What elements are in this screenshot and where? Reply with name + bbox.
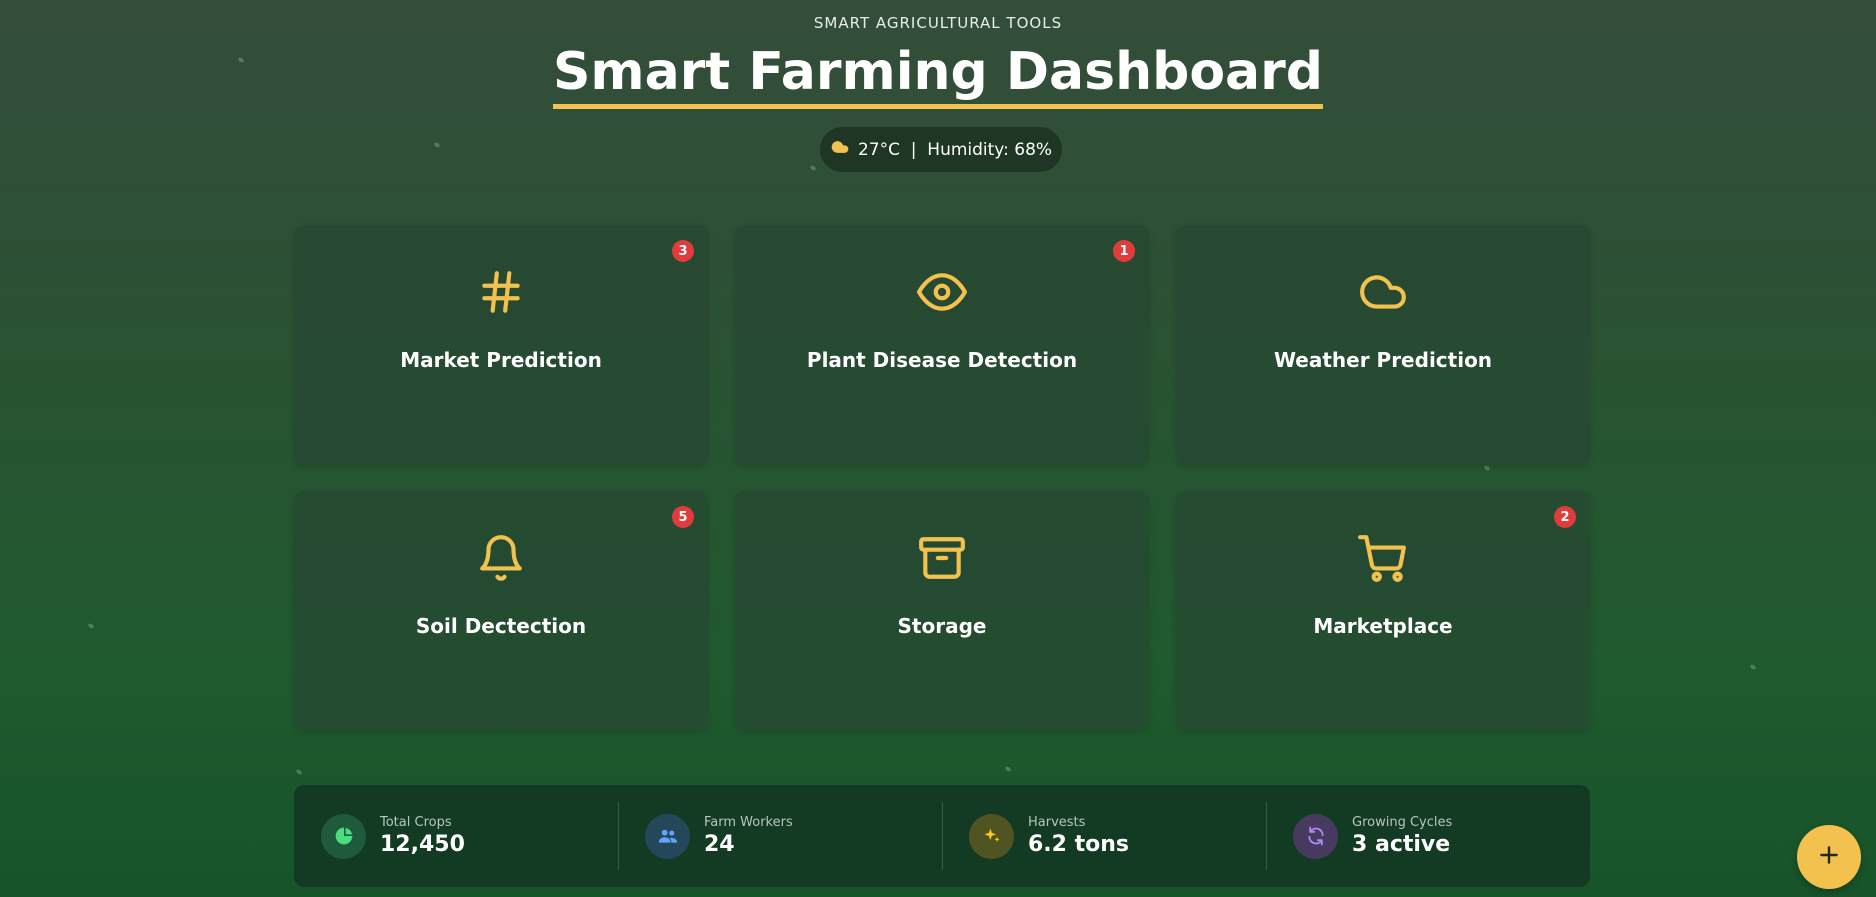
cloud-icon [1176, 267, 1590, 317]
card-label: Marketplace [1313, 614, 1453, 638]
stats-bar: Total Crops 12,450 Farm Workers 24 Harve… [294, 785, 1590, 887]
card-weather-prediction[interactable]: Weather Prediction [1176, 225, 1590, 465]
stat-label: Growing Cycles [1352, 815, 1453, 830]
stat-value: 24 [704, 832, 735, 857]
stat-label: Farm Workers [704, 815, 793, 830]
archive-icon [735, 533, 1149, 583]
page-title-wrap: Smart Farming Dashboard [0, 40, 1876, 109]
notification-badge: 2 [1554, 506, 1576, 528]
pie-chart-icon [321, 813, 366, 859]
stat-farm-workers: Farm Workers 24 [618, 785, 942, 887]
page-title: Smart Farming Dashboard [552, 40, 1324, 109]
weather-pill: 27°C | Humidity: 68% [820, 127, 1062, 172]
card-market-prediction[interactable]: 3 Market Prediction [294, 225, 708, 465]
weather-text: 27°C | Humidity: 68% [857, 139, 1053, 160]
card-label: Weather Prediction [1273, 348, 1493, 372]
card-plant-disease-detection[interactable]: 1 Plant Disease Detection [735, 225, 1149, 465]
tool-grid: 3 Market Prediction 1 Plant Disease Dete… [294, 225, 1590, 731]
stat-total-crops: Total Crops 12,450 [294, 785, 618, 887]
card-label: Plant Disease Detection [806, 348, 1078, 372]
shopping-cart-icon [1176, 533, 1590, 583]
stat-harvests: Harvests 6.2 tons [942, 785, 1266, 887]
stat-value: 3 active [1352, 832, 1451, 857]
sparkles-icon [969, 813, 1014, 859]
card-label: Storage [897, 614, 987, 638]
card-label: Soil Dectection [415, 614, 587, 638]
card-storage[interactable]: Storage [735, 491, 1149, 731]
users-icon [645, 813, 690, 859]
eye-icon [735, 267, 1149, 317]
notification-badge: 1 [1113, 240, 1135, 262]
stat-label: Total Crops [380, 815, 452, 830]
stat-growing-cycles: Growing Cycles 3 active [1266, 785, 1590, 887]
add-button[interactable] [1797, 825, 1861, 889]
plus-icon [1816, 842, 1842, 872]
refresh-icon [1293, 813, 1338, 859]
notification-badge: 3 [672, 240, 694, 262]
hash-icon [294, 267, 708, 317]
bell-icon [294, 533, 708, 583]
card-label: Market Prediction [400, 348, 602, 372]
notification-badge: 5 [672, 506, 694, 528]
cloud-icon [830, 137, 850, 162]
stat-label: Harvests [1028, 815, 1086, 830]
stat-value: 12,450 [380, 832, 465, 857]
stat-value: 6.2 tons [1028, 832, 1130, 857]
page-subtitle: SMART AGRICULTURAL TOOLS [813, 14, 1063, 32]
card-soil-detection[interactable]: 5 Soil Dectection [294, 491, 708, 731]
card-marketplace[interactable]: 2 Marketplace [1176, 491, 1590, 731]
